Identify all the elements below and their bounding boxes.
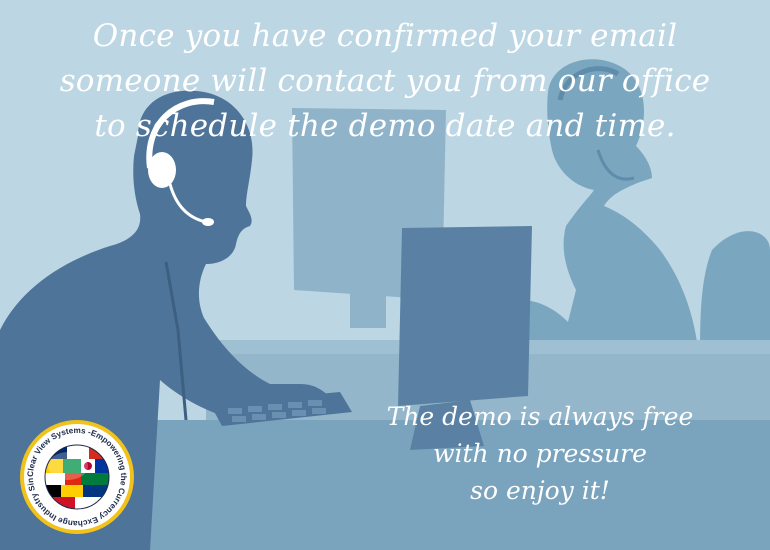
headline-line-3: to schedule the demo date and time.: [94, 108, 676, 144]
left-headset-mic: [202, 218, 214, 226]
background-monitor-stand: [350, 288, 386, 328]
demo-free-message: The demo is always free with no pressure…: [350, 398, 730, 509]
headline-line-2: someone will contact you from our office: [59, 63, 711, 99]
subline-line-3: so enjoy it!: [470, 476, 610, 505]
demo-confirmation-graphic: Once you have confirmed your email someo…: [0, 0, 770, 550]
clear-view-systems-logo: Clear View Systems -Empowering the Curre…: [18, 418, 134, 534]
foreground-monitor: [398, 226, 532, 406]
subline-line-2: with no pressure: [433, 439, 647, 468]
subline-line-1: The demo is always free: [386, 402, 694, 431]
headline: Once you have confirmed your email someo…: [0, 14, 770, 149]
headline-line-1: Once you have confirmed your email: [92, 18, 678, 54]
left-headset-earpiece: [148, 152, 176, 188]
